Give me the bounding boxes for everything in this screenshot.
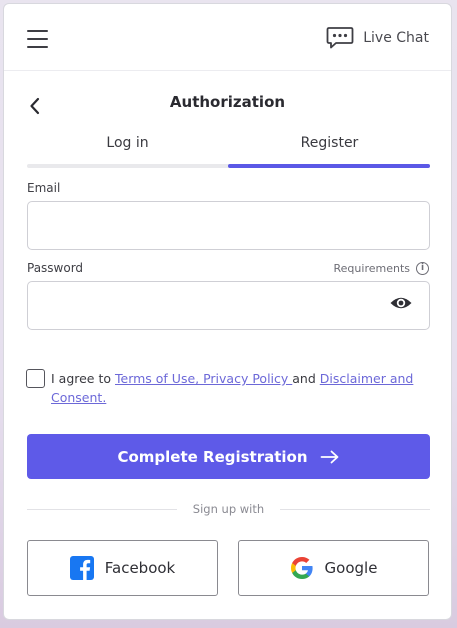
google-icon <box>290 557 313 579</box>
facebook-label: Facebook <box>104 559 176 577</box>
complete-registration-button[interactable]: Complete Registration <box>27 434 430 479</box>
auth-tabs: Log in Register <box>27 128 430 168</box>
auth-card: Live Chat Authorization Log in Register … <box>3 3 452 620</box>
password-field[interactable] <box>27 281 430 330</box>
chat-icon <box>326 27 354 49</box>
top-bar: Live Chat <box>4 4 451 71</box>
divider-line-right <box>280 509 430 510</box>
google-label: Google <box>324 559 378 577</box>
page-title: Authorization <box>169 93 286 111</box>
agreement-text: I agree to Terms of Use, Privacy Policy … <box>51 369 426 407</box>
terms-link[interactable]: Terms of Use, Privacy Policy <box>115 371 292 386</box>
email-field[interactable] <box>27 201 430 250</box>
live-chat-label: Live Chat <box>363 30 429 46</box>
eye-icon[interactable] <box>389 294 413 312</box>
cta-label: Complete Registration <box>117 447 308 466</box>
tab-register[interactable]: Register <box>229 128 430 168</box>
email-label: Email <box>27 181 61 195</box>
agree-checkbox[interactable] <box>26 369 45 388</box>
facebook-button[interactable]: Facebook <box>27 540 218 596</box>
menu-icon[interactable] <box>27 30 48 48</box>
facebook-icon <box>69 556 94 580</box>
agreement-prefix: I agree to <box>51 371 115 386</box>
requirements-link[interactable]: Requirements i <box>334 262 429 275</box>
password-label: Password <box>27 261 84 275</box>
active-tab-indicator <box>228 164 430 168</box>
sign-up-divider: Sign up with <box>27 501 430 519</box>
requirements-label: Requirements <box>333 262 410 275</box>
info-icon: i <box>416 262 429 275</box>
tab-underline <box>27 164 430 168</box>
agreement-middle: and <box>292 371 320 386</box>
arrow-right-icon <box>320 450 338 463</box>
google-button[interactable]: Google <box>238 540 429 596</box>
tab-login[interactable]: Log in <box>27 128 228 168</box>
live-chat-button[interactable]: Live Chat <box>326 26 429 50</box>
